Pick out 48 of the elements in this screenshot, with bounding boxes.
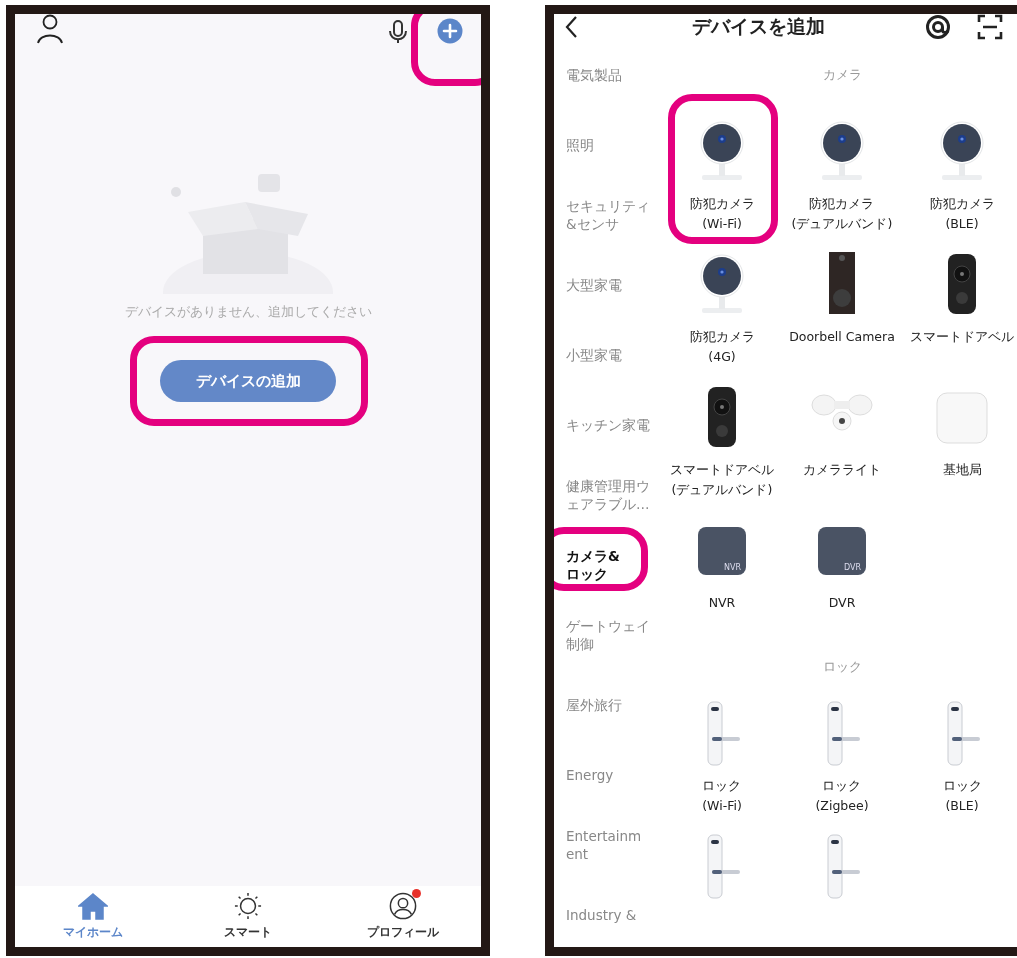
scan-icon[interactable]	[977, 14, 1003, 40]
device-label: 防犯カメラ (デュアルバンド)	[791, 195, 893, 233]
category-item[interactable]: ゲートウェイ 制御	[566, 617, 650, 653]
device-label: NVR	[708, 594, 736, 612]
section-heading: カメラ	[821, 66, 863, 84]
category-item[interactable]: 屋外旅行	[566, 696, 622, 714]
person-icon[interactable]	[37, 14, 63, 44]
device-label: カメラライト	[803, 461, 881, 479]
tab-bar-item[interactable]: スマート	[193, 892, 303, 941]
device-label: スマートドアベル (デュアルバンド)	[670, 461, 774, 499]
category-item[interactable]: 電気製品	[566, 66, 622, 84]
section-heading: ロック	[821, 658, 863, 676]
device-label: ロック (BLE)	[942, 777, 982, 815]
category-item[interactable]: 健康管理用ウ ェアラブル…	[566, 477, 650, 513]
category-item[interactable]: 大型家電	[566, 276, 622, 294]
category-item[interactable]: Entertainm ent	[566, 827, 642, 863]
home-icon	[77, 892, 108, 920]
category-item[interactable]: Industry &	[566, 906, 637, 924]
device-label: Doorbell Camera	[789, 328, 895, 346]
device-label: DVR	[828, 594, 856, 612]
category-item[interactable]: セキュリティ &センサ	[566, 197, 650, 233]
tab-bar-item[interactable]: マイホーム	[37, 892, 148, 941]
category-item[interactable]: Energy	[566, 766, 614, 784]
device-label: スマートドアベル	[910, 328, 1014, 346]
tab-bar-item[interactable]: プロフィール	[348, 892, 459, 941]
page-title: デバイスを追加	[691, 14, 826, 39]
device-label: 基地局	[942, 461, 982, 479]
device-label: 防犯カメラ (Wi-Fi)	[689, 195, 755, 233]
tile-label: DVR	[843, 563, 861, 572]
add-device-button[interactable]: デバイスの追加	[160, 360, 336, 402]
tile-label: NVR	[724, 563, 741, 572]
microphone-icon[interactable]	[389, 20, 407, 44]
device-label: 防犯カメラ (BLE)	[929, 195, 995, 233]
device-label: 防犯カメラ (4G)	[689, 328, 755, 366]
category-item[interactable]: 照明	[566, 136, 594, 154]
recorder-tile[interactable]: DVR	[818, 527, 866, 575]
category-item[interactable]: カメラ& ロック	[566, 547, 620, 583]
add-icon[interactable]	[437, 18, 463, 44]
recorder-tile[interactable]: NVR	[698, 527, 746, 575]
category-item[interactable]: 小型家電	[566, 346, 622, 364]
profile-icon	[388, 892, 419, 920]
device-label: ロック (Wi-Fi)	[702, 777, 742, 815]
device-label: ロック (Zigbee)	[815, 777, 869, 815]
empty-message: デバイスがありません、追加してください	[124, 304, 372, 320]
sun-icon	[233, 892, 263, 920]
category-item[interactable]: キッチン家電	[566, 416, 650, 434]
back-icon[interactable]	[564, 15, 578, 39]
at-sign-icon[interactable]	[925, 14, 951, 40]
